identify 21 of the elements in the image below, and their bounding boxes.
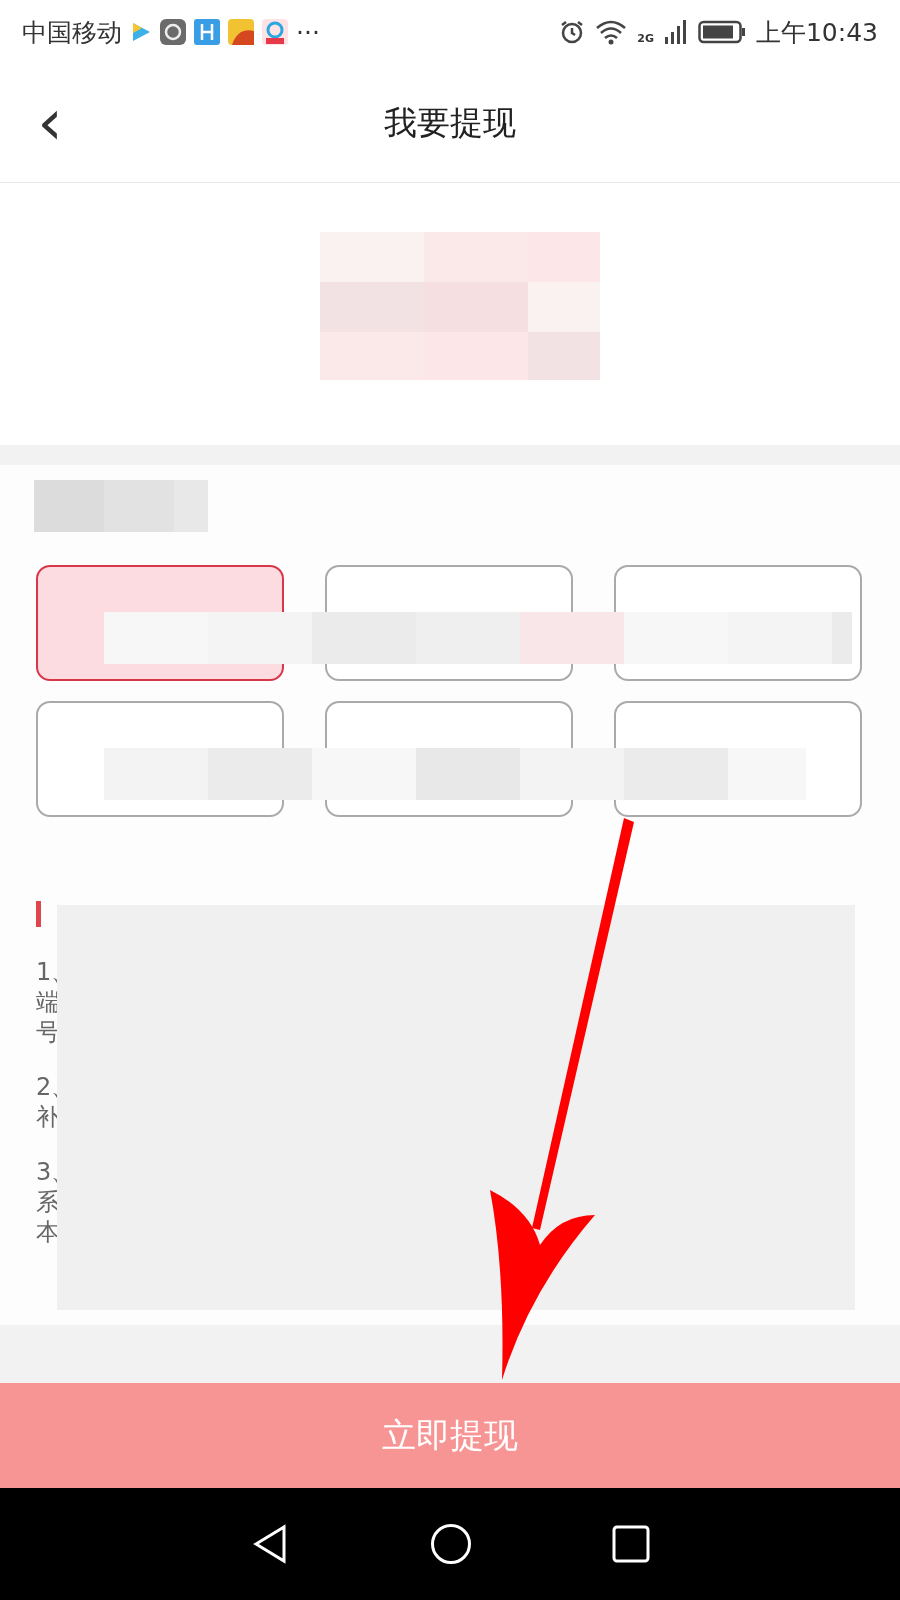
note-text: 补 [36, 1102, 61, 1132]
app-icon [228, 19, 254, 45]
signal-icon [663, 19, 688, 45]
note-text: 本 [36, 1217, 61, 1247]
app-icon [160, 19, 186, 45]
network-type: 2G [637, 31, 654, 45]
note-text: 号 [36, 1017, 61, 1047]
carrier-name: 中国移动 [22, 16, 122, 49]
home-icon[interactable] [430, 1523, 472, 1565]
recents-icon[interactable] [612, 1525, 650, 1563]
more-notifications: ··· [296, 17, 320, 47]
back-button[interactable]: ‹ [22, 92, 78, 152]
note-text: 系 [36, 1187, 61, 1217]
clock-time: 上午10:43 [755, 16, 878, 49]
section-marker [36, 901, 41, 927]
battery-icon [697, 20, 746, 44]
page-title: 我要提现 [384, 101, 516, 144]
app-icon [262, 19, 288, 45]
app-icon [194, 19, 220, 45]
wifi-icon [595, 19, 628, 45]
play-icon [130, 21, 152, 43]
